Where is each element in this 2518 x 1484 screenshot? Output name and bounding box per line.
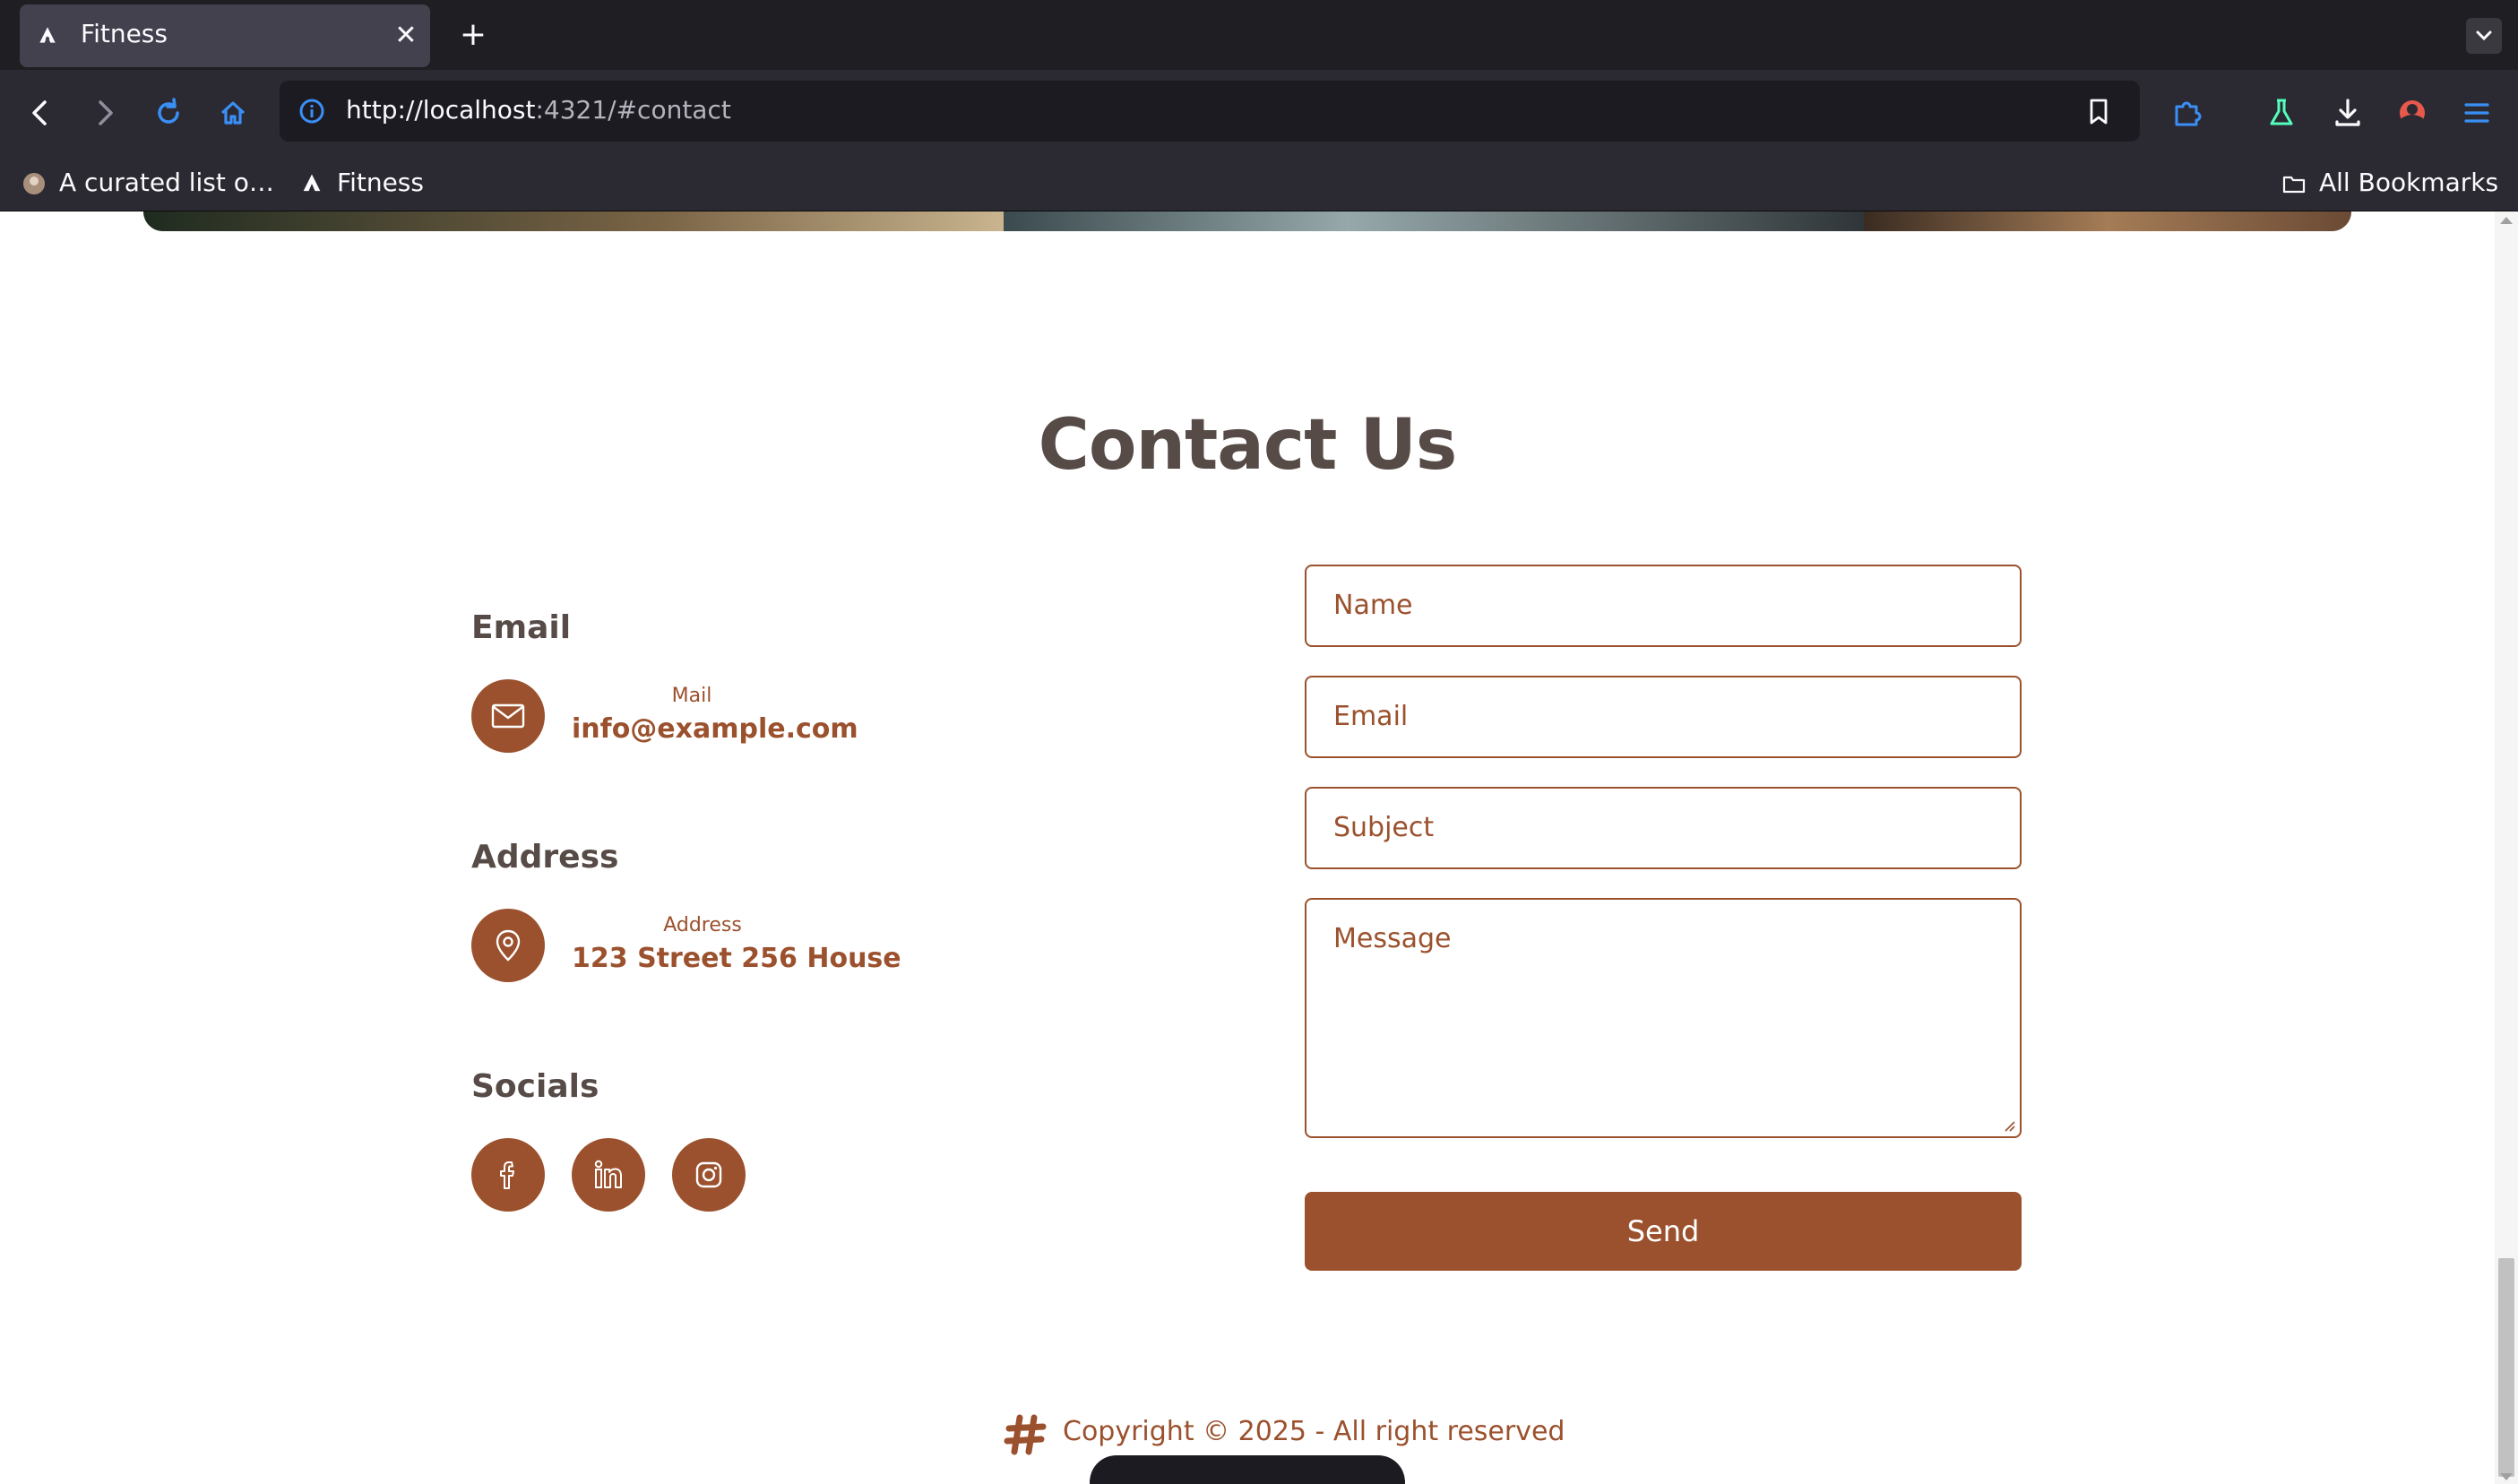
url-path: :4321/#contact — [535, 95, 731, 125]
send-button[interactable]: Send — [1305, 1192, 2022, 1271]
all-bookmarks-label: All Bookmarks — [2319, 168, 2499, 197]
socials-group-title: Socials — [471, 1068, 599, 1105]
bookmark-fitness[interactable]: Fitness — [299, 165, 424, 201]
name-placeholder: Name — [1333, 590, 1413, 621]
download-icon[interactable] — [2326, 91, 2369, 134]
address-group-title: Address — [471, 839, 619, 876]
scrollbar-thumb[interactable] — [2498, 1258, 2514, 1477]
back-icon[interactable] — [20, 91, 63, 134]
tab-fitness[interactable]: Fitness ✕ — [20, 4, 430, 67]
message-textarea[interactable]: Message — [1305, 898, 2022, 1138]
site-favicon-icon — [39, 27, 56, 43]
globe-avatar-icon — [23, 173, 45, 194]
url-host: http://localhost — [346, 95, 536, 125]
mail-icon — [491, 703, 525, 729]
mail-label: Mail — [671, 685, 712, 707]
page-title: Contact Us — [1038, 405, 1458, 486]
tab-bar: Fitness ✕ + — [0, 0, 2518, 70]
instagram-link[interactable] — [672, 1138, 746, 1212]
location-icon-badge — [471, 909, 545, 982]
resize-handle-icon[interactable] — [2002, 1118, 2016, 1133]
scroll-up-arrow-icon[interactable] — [2500, 217, 2513, 224]
facebook-icon — [500, 1161, 514, 1189]
subject-placeholder: Subject — [1333, 812, 1435, 843]
gallery-image — [1004, 211, 1864, 231]
page-scrollbar[interactable] — [2495, 211, 2518, 1484]
home-icon[interactable] — [211, 91, 254, 134]
instagram-icon — [695, 1161, 722, 1188]
navigation-toolbar: http://localhost:4321/#contact — [0, 70, 2518, 154]
hash-logo-icon — [1004, 1414, 1047, 1455]
scroll-down-arrow-icon[interactable] — [2500, 1473, 2513, 1480]
gallery-image — [1864, 211, 2351, 231]
bookmark-star-icon[interactable] — [2083, 95, 2115, 127]
close-icon[interactable]: ✕ — [391, 21, 421, 51]
name-field[interactable]: Name — [1305, 565, 2022, 647]
bookmarks-bar: A curated list o… Fitness All Bookmarks — [0, 154, 2518, 211]
linkedin-icon — [594, 1160, 622, 1188]
gallery-image-strip — [143, 211, 2351, 231]
extensions-icon[interactable] — [2165, 91, 2208, 134]
bookmark-label: Fitness — [337, 168, 424, 197]
address-label: Address — [663, 914, 742, 936]
tab-title: Fitness — [81, 19, 168, 48]
address-value: 123 Street 256 House — [572, 943, 901, 974]
linkedin-link[interactable] — [572, 1138, 645, 1212]
chevron-down-icon — [2476, 30, 2492, 41]
tab-list-button[interactable] — [2466, 18, 2502, 54]
site-favicon-icon — [303, 174, 321, 192]
bookmark-curated-list[interactable]: A curated list o… — [22, 165, 274, 201]
facebook-link[interactable] — [471, 1138, 545, 1212]
profile-icon[interactable] — [2391, 91, 2434, 134]
gallery-image — [143, 211, 1004, 231]
email-placeholder: Email — [1333, 701, 1409, 732]
url-bar[interactable]: http://localhost:4321/#contact — [280, 81, 2140, 142]
email-value[interactable]: info@example.com — [572, 713, 858, 745]
message-placeholder: Message — [1333, 923, 1452, 954]
mail-icon-badge — [471, 679, 545, 753]
email-group-title: Email — [471, 609, 572, 646]
menu-icon[interactable] — [2455, 91, 2498, 134]
new-tab-button[interactable]: + — [455, 18, 491, 54]
url-text[interactable]: http://localhost:4321/#contact — [346, 95, 731, 125]
info-icon[interactable] — [298, 97, 326, 125]
forward-icon[interactable] — [82, 91, 125, 134]
all-bookmarks-folder[interactable]: All Bookmarks — [2281, 165, 2498, 201]
folder-icon — [2282, 176, 2306, 194]
floating-toolbar[interactable] — [1090, 1455, 1405, 1484]
bookmark-label: A curated list o… — [59, 168, 274, 197]
reload-icon[interactable] — [147, 91, 190, 134]
subject-field[interactable]: Subject — [1305, 787, 2022, 869]
labs-icon[interactable] — [2260, 91, 2303, 134]
location-pin-icon — [496, 929, 521, 962]
email-field[interactable]: Email — [1305, 676, 2022, 758]
page-viewport: Contact Us Email Mail info@example.com A… — [0, 211, 2518, 1484]
copyright-text: Copyright © 2025 - All right reserved — [1063, 1416, 1565, 1447]
